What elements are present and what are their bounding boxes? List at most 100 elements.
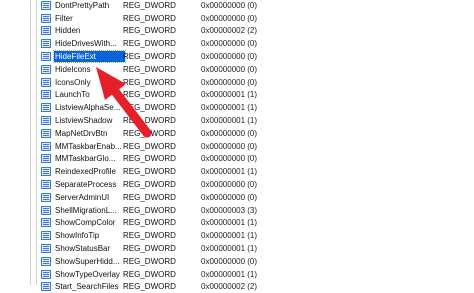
value-name: ShellMigrationL...	[55, 205, 117, 215]
registry-value-row[interactable]: HideFileExt REG_DWORD 0x00000000 (0)	[41, 50, 474, 64]
value-type: REG_DWORD	[123, 141, 176, 151]
value-data: 0x00000001 (1)	[201, 116, 258, 126]
registry-value-row[interactable]: HideIcons REG_DWORD 0x00000000 (0)	[41, 63, 474, 76]
reg-binary-value-icon	[41, 0, 51, 10]
reg-binary-value-icon	[41, 218, 51, 228]
reg-binary-value-icon	[41, 244, 51, 254]
registry-value-row[interactable]: IconsOnly REG_DWORD 0x00000000 (0)	[41, 76, 474, 89]
value-data: 0x00000001 (1)	[201, 167, 258, 177]
value-name: ShowTypeOverlay	[55, 269, 120, 279]
reg-binary-value-icon	[41, 26, 51, 36]
value-data: 0x00000001 (1)	[201, 218, 258, 228]
value-name: MMTaskbarEnab...	[55, 141, 122, 151]
registry-value-row[interactable]: ReindexedProfile REG_DWORD 0x00000001 (1)	[41, 165, 474, 178]
value-data: 0x00000001 (1)	[201, 231, 258, 241]
value-type: REG_DWORD	[123, 116, 176, 126]
value-data: 0x00000000 (0)	[201, 128, 258, 138]
value-name: ReindexedProfile	[55, 167, 116, 177]
reg-binary-value-icon	[41, 128, 51, 138]
value-data: 0x00000000 (0)	[201, 52, 258, 62]
registry-values-list[interactable]: DontPrettyPath REG_DWORD 0x00000000 (0) Fil…	[41, 0, 474, 292]
tree-connector	[30, 0, 31, 285]
value-name: Start_SearchFiles	[55, 282, 119, 292]
value-data: 0x00000000 (0)	[201, 64, 258, 74]
value-type: REG_DWORD	[123, 64, 176, 74]
value-type: REG_DWORD	[123, 52, 176, 62]
value-type: REG_DWORD	[123, 0, 176, 10]
registry-value-row[interactable]: SeparateProcess REG_DWORD 0x00000000 (0)	[41, 178, 474, 191]
value-name: MMTaskbarGlo...	[55, 154, 116, 164]
value-type: REG_DWORD	[123, 90, 176, 100]
value-data: 0x00000000 (0)	[201, 256, 258, 266]
value-data: 0x00000002 (2)	[201, 26, 258, 36]
reg-binary-value-icon	[41, 256, 51, 266]
value-name: IconsOnly	[55, 77, 91, 87]
registry-value-row[interactable]: MapNetDrvBtn REG_DWORD 0x00000000 (0)	[41, 127, 474, 140]
reg-binary-value-icon	[41, 90, 51, 100]
registry-value-row[interactable]: Hidden REG_DWORD 0x00000002 (2)	[41, 25, 474, 38]
value-type: REG_DWORD	[123, 26, 176, 36]
value-data: 0x00000000 (0)	[201, 141, 258, 151]
registry-value-row[interactable]: ShowInfoTip REG_DWORD 0x00000001 (1)	[41, 229, 474, 242]
registry-value-row[interactable]: Start_SearchFiles REG_DWORD 0x00000002 (2)	[41, 281, 474, 293]
value-name: ListviewShadow	[55, 116, 113, 126]
value-name: Hidden	[55, 26, 81, 36]
registry-value-row[interactable]: ShowTypeOverlay REG_DWORD 0x00000001 (1)	[41, 268, 474, 281]
registry-value-row[interactable]: MMTaskbarGlo... REG_DWORD 0x00000000 (0)	[41, 153, 474, 166]
value-name: HideFileExt	[53, 50, 126, 64]
registry-value-row[interactable]: ShellMigrationL... REG_DWORD 0x00000003 (3…	[41, 204, 474, 217]
value-type: REG_DWORD	[123, 231, 176, 241]
reg-binary-value-icon	[41, 39, 51, 49]
value-name: DontPrettyPath	[55, 0, 110, 10]
tree-pane-edge	[0, 0, 41, 285]
registry-value-row[interactable]: ShowStatusBar REG_DWORD 0x00000001 (1)	[41, 242, 474, 255]
value-name: ListviewAlphaSe...	[55, 103, 121, 113]
registry-value-row[interactable]: HideDrivesWith... REG_DWORD 0x00000000 (0)	[41, 37, 474, 50]
value-type: REG_DWORD	[123, 39, 176, 49]
value-type: REG_DWORD	[123, 256, 176, 266]
registry-value-row[interactable]: ServerAdminUI REG_DWORD 0x00000000 (0)	[41, 191, 474, 204]
registry-value-row[interactable]: LaunchTo REG_DWORD 0x00000001 (1)	[41, 89, 474, 102]
value-name: SeparateProcess	[55, 180, 117, 190]
reg-binary-value-icon	[41, 116, 51, 126]
registry-value-row[interactable]: ListviewAlphaSe... REG_DWORD 0x00000001 (1…	[41, 101, 474, 114]
registry-value-row[interactable]: ShowSuperHidd... REG_DWORD 0x00000000 (0)	[41, 255, 474, 268]
reg-binary-value-icon	[41, 269, 51, 279]
reg-binary-value-icon	[41, 167, 51, 177]
registry-value-row[interactable]: DontPrettyPath REG_DWORD 0x00000000 (0)	[41, 0, 474, 12]
registry-value-row[interactable]: ListviewShadow REG_DWORD 0x00000001 (1)	[41, 114, 474, 127]
value-name: MapNetDrvBtn	[55, 128, 108, 138]
value-data: 0x00000000 (0)	[201, 192, 258, 202]
value-name: ShowCompColor	[55, 218, 116, 228]
value-type: REG_DWORD	[123, 128, 176, 138]
value-data: 0x00000002 (2)	[201, 282, 258, 292]
value-name: ShowInfoTip	[55, 231, 100, 241]
value-data: 0x00000003 (3)	[201, 205, 258, 215]
value-type: REG_DWORD	[123, 154, 176, 164]
value-type: REG_DWORD	[123, 244, 176, 254]
registry-value-row[interactable]: ShowCompColor REG_DWORD 0x00000001 (1)	[41, 217, 474, 230]
reg-binary-value-icon	[41, 141, 51, 151]
value-data: 0x00000000 (0)	[201, 0, 258, 10]
value-type: REG_DWORD	[123, 192, 176, 202]
value-data: 0x00000000 (0)	[201, 13, 258, 23]
value-data: 0x00000001 (1)	[201, 90, 258, 100]
reg-binary-value-icon	[41, 64, 51, 74]
value-data: 0x00000001 (1)	[201, 269, 258, 279]
reg-binary-value-icon	[41, 282, 51, 292]
reg-binary-value-icon	[41, 13, 51, 23]
value-type: REG_DWORD	[123, 13, 176, 23]
reg-binary-value-icon	[41, 77, 51, 87]
registry-value-row[interactable]: Filter REG_DWORD 0x00000000 (0)	[41, 12, 474, 25]
value-name: LaunchTo	[55, 90, 90, 100]
value-type: REG_DWORD	[123, 77, 176, 87]
reg-binary-value-icon	[41, 52, 51, 62]
registry-value-row[interactable]: MMTaskbarEnab... REG_DWORD 0x00000000 (0)	[41, 140, 474, 153]
value-data: 0x00000000 (0)	[201, 77, 258, 87]
value-type: REG_DWORD	[123, 282, 176, 292]
tree-connector	[36, 0, 37, 285]
reg-binary-value-icon	[41, 103, 51, 113]
value-data: 0x00000000 (0)	[201, 39, 258, 49]
reg-binary-value-icon	[41, 231, 51, 241]
value-name: Filter	[55, 13, 73, 23]
